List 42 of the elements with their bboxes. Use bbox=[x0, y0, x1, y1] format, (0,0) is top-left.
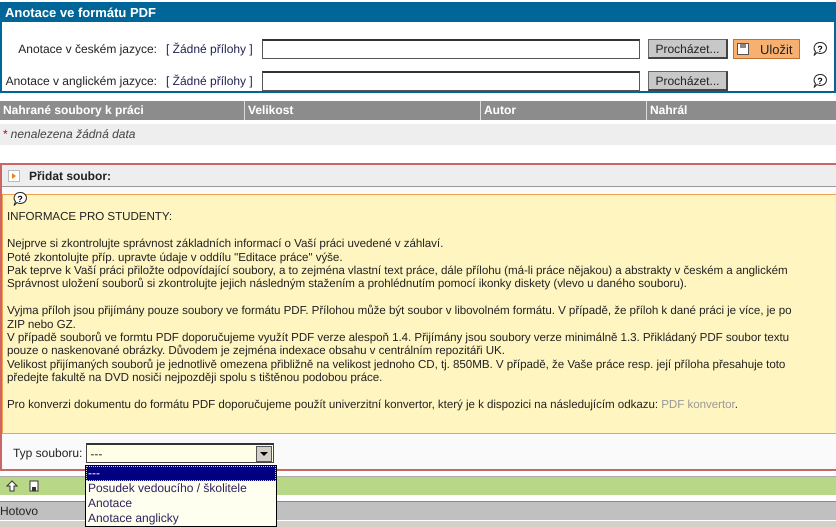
expand-icon[interactable] bbox=[8, 170, 20, 182]
column-header: Velikost bbox=[245, 101, 481, 120]
info-text: INFORMACE PRO STUDENTY: bbox=[7, 210, 174, 224]
info-text: Pak teprve k Vaší práci přiložte odpovídající soubory, a to zejména vlastní text práce, dále přílohu (má-li práce nějakou) a abstrakty v českém a anglickém bbox=[7, 264, 789, 278]
panel-title: Anotace ve formátu PDF bbox=[0, 0, 836, 22]
empty-message: nenalezena žádná data bbox=[10, 127, 136, 141]
info-text: V případě souborů ve formtu PDF doporučujeme využít PDF verze alespoň 1.4. Přijímány jsou soubory verze minimálně 1.3. Přikládaný PDF soubor textu bbox=[7, 331, 790, 344]
help-icon[interactable]: ? bbox=[12, 191, 28, 207]
column-header: Nahrané soubory k práci bbox=[0, 101, 245, 120]
info-text: Vyjma příloh jsou přijímány pouze soubory ve formátu PDF. Přílohou může být soubor v libovolném formátu. V případě, že příloh k dané práci je více, je po bbox=[7, 304, 793, 318]
status-text: Hotovo bbox=[0, 504, 38, 518]
section-title: Přidat soubor: bbox=[29, 168, 112, 182]
dropdown-option[interactable]: --- bbox=[86, 466, 276, 481]
field-label: Anotace v českém jazyce: bbox=[17, 42, 157, 56]
info-text: Nejprve si zkontrolujte správnost základních informací o Vaší práci uvedené v záhlaví. bbox=[7, 237, 444, 251]
info-text: Poté zkontolujte příp. upravte údaje v oddílu "Editace práce" výše. bbox=[7, 250, 344, 264]
browse-button[interactable]: Procházet... bbox=[648, 71, 728, 91]
file-path-field[interactable] bbox=[262, 39, 640, 59]
info-text: předejte fakultě na DVD nosiči nejpozději spolu s tištěnou podobou práce. bbox=[7, 370, 384, 384]
attachment-status: [ Žádné přílohy ] bbox=[166, 42, 254, 56]
attachment-status: [ Žádné přílohy ] bbox=[166, 74, 254, 88]
info-text: Velikost přijímaných souborů je jednotlivě omezena přibližně na velikost jednoho CD, tj. 850MB. V případě, že Vaše práce resp. její příloha přesahuje toto bbox=[7, 358, 786, 371]
up-arrow-icon[interactable] bbox=[6, 480, 18, 492]
help-icon[interactable]: ? bbox=[812, 73, 828, 89]
browse-button[interactable]: Procházet... bbox=[648, 39, 728, 59]
dropdown-option[interactable]: Posudek vedoucího / školitele bbox=[86, 481, 276, 496]
dropdown-option[interactable]: Anotace anglicky bbox=[86, 511, 276, 526]
help-icon[interactable]: ? bbox=[812, 41, 828, 57]
field-label: Anotace v anglickém jazyce: bbox=[4, 74, 157, 88]
info-text: Správnost uložení souborů si zkontrolujte jejich následným stažením a prohlédnutím pomocí ikonky diskety (vlevo u daného souboru). bbox=[7, 277, 688, 290]
info-text: Pro konverzi dokumentu do formátu PDF doporučujeme použít univerzitní konvertor, který je k dispozici na následujícím odkazu: bbox=[7, 398, 658, 412]
dropdown-option[interactable]: Anotace bbox=[86, 496, 276, 511]
info-text: pouze o naskenované obrázky. Důvodem je zejména indexace obsahu v centrálním repozitáři UK. bbox=[7, 344, 506, 358]
save-button[interactable]: Uložit bbox=[733, 39, 800, 59]
file-path-field[interactable] bbox=[262, 71, 640, 91]
info-text: . bbox=[734, 398, 738, 412]
field-label: Typ souboru: bbox=[13, 446, 82, 460]
column-header: Autor bbox=[481, 101, 647, 120]
file-type-select[interactable]: --- bbox=[86, 443, 274, 463]
column-header: Nahrál bbox=[649, 102, 688, 119]
info-text: ZIP nebo GZ. bbox=[7, 318, 77, 332]
required-mark: * bbox=[3, 127, 8, 141]
